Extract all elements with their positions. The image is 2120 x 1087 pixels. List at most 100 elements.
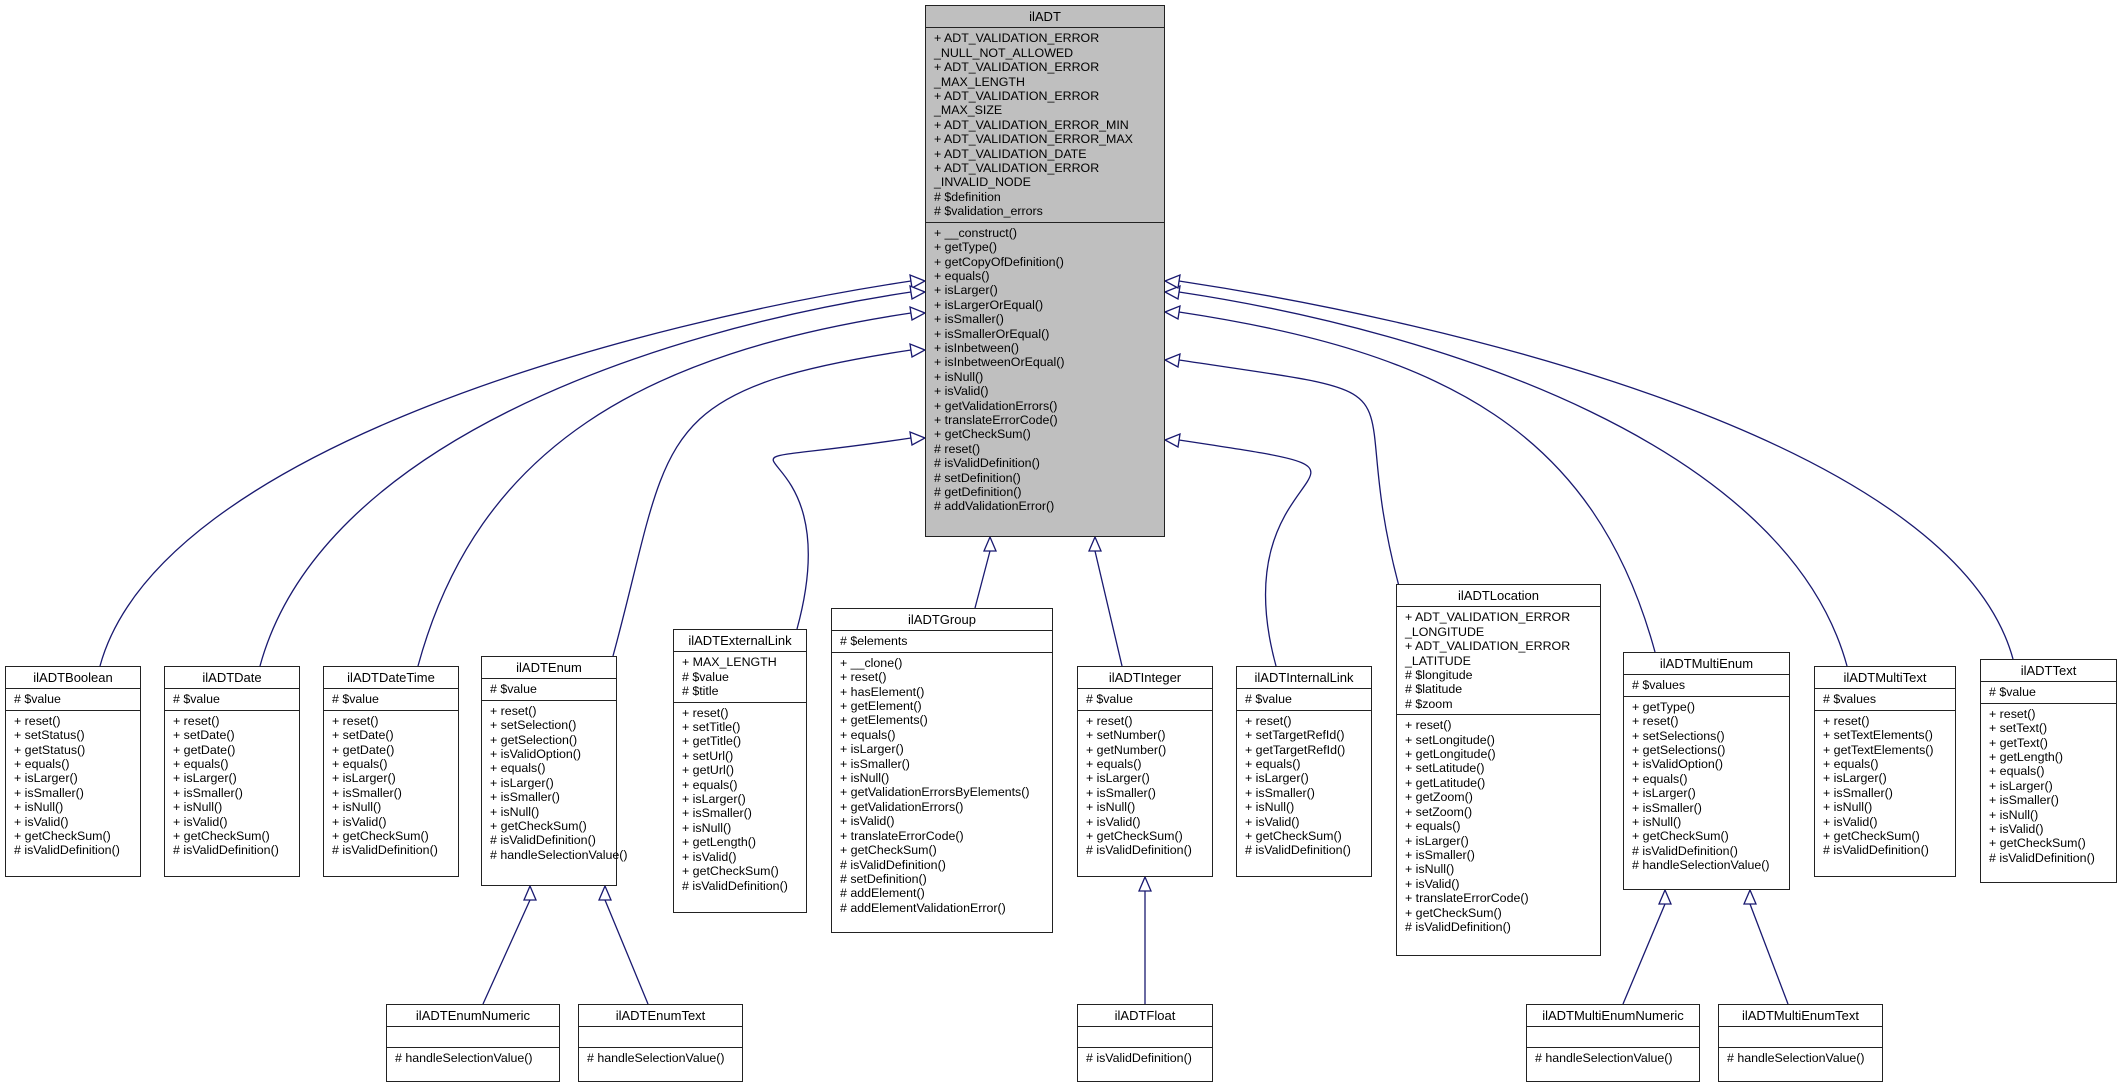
method: + getElement() [840,699,922,714]
attribute: # $latitude [1405,682,1463,697]
method: + getCheckSum() [840,843,937,858]
class-ilADTInternalLink[interactable]: ilADTInternalLink # $value + reset() + setT… [1236,666,1372,877]
attributes-section [1527,1027,1699,1049]
method: + setText() [1989,721,2048,736]
class-name: ilADT [926,6,1164,29]
edge-ilADTInteger-to-ilADT [1094,550,1123,667]
inheritance-arrowhead-icon [909,430,927,447]
class-ilADT[interactable]: ilADT + ADT_VALIDATION_ERROR _NULL_NOT_ALL… [925,5,1165,537]
attribute: _NULL_NOT_ALLOWED [934,45,1074,60]
class-ilADTEnumNumeric[interactable]: ilADTEnumNumeric # handleSelectionValue() [386,1004,560,1082]
method: + isLarger() [1086,771,1150,786]
method: + isInbetweenOrEqual() [934,355,1065,370]
method: + isValid() [1823,814,1878,829]
method: + setLongitude() [1405,732,1495,747]
method: + isLarger() [1823,771,1887,786]
inheritance-arrowhead-icon [523,884,537,901]
methods-section: + reset() + setNumber() + getNumber() + equ… [1078,711,1212,876]
class-ilADTMultiEnum[interactable]: ilADTMultiEnum # $values + getType() + rese… [1623,652,1790,890]
method: + isSmaller() [934,312,1004,327]
edge-ilADTDate-to-ilADT [259,291,912,667]
method: # isValidDefinition() [1245,843,1351,858]
methods-section: + getType() + reset() + setSelections() + g… [1624,697,1789,889]
class-ilADTFloat[interactable]: ilADTFloat # isValidDefinition() [1077,1004,1213,1082]
class-ilADTMultiEnumNumeric[interactable]: ilADTMultiEnumNumeric # handleSelectionVa… [1526,1004,1700,1082]
method: + getSelection() [490,732,578,747]
method: + equals() [1086,757,1142,772]
method: + getLongitude() [1405,747,1496,762]
class-ilADTDateTime[interactable]: ilADTDateTime # $value + reset() + setDate(… [323,666,459,877]
method: + isValid() [1989,822,2044,837]
methods-section: + reset() + setTextElements() + getTextEle… [1815,711,1955,876]
method: + isLarger() [1405,833,1469,848]
method: + setSelections() [1632,728,1725,743]
method: + getSelections() [1632,743,1726,758]
inheritance-arrowhead-icon [909,284,927,301]
inheritance-arrowhead-icon [598,884,612,901]
method: + isSmaller() [1245,785,1315,800]
attributes-section: # $elements [832,631,1052,653]
edge-ilADTMultiEnumText-to-ilADTMultiEnum [1749,903,1789,1005]
method: + isSmaller() [173,785,243,800]
attribute: + ADT_VALIDATION_ERROR [1405,639,1571,654]
attribute: # $definition [934,189,1001,204]
method: + isValid() [332,814,387,829]
method: + translateErrorCode() [1405,891,1529,906]
class-ilADTMultiEnumText[interactable]: ilADTMultiEnumText # handleSelectionValue… [1718,1004,1883,1082]
method: + reset() [1632,714,1679,729]
method: # addElement() [840,886,925,901]
method: + isLarger() [1989,778,2053,793]
class-ilADTMultiText[interactable]: ilADTMultiText # $values + reset() + setTex… [1814,666,1956,877]
edge-ilADTGroup-to-ilADT [974,550,991,609]
class-ilADTLocation[interactable]: ilADTLocation + ADT_VALIDATION_ERROR _LONG… [1396,584,1601,956]
method: + isNull() [173,800,223,815]
method: + equals() [682,777,738,792]
method: + setZoom() [1405,804,1473,819]
method: + isValid() [1245,814,1300,829]
method: # isValidDefinition() [1086,1051,1192,1066]
attributes-section: # $value [482,679,616,701]
method: + getText() [1989,735,2048,750]
methods-section: + reset() + setSelection() + getSelection(… [482,701,628,885]
method: + getCheckSum() [1823,829,1920,844]
method: + equals() [173,757,229,772]
method: + isNull() [1823,800,1873,815]
methods-section: + reset() + setText() + getText() + getLeng… [1981,704,2116,882]
method: + getType() [934,240,998,255]
class-ilADTGroup[interactable]: ilADTGroup # $elements + __clone() + reset(… [831,608,1053,933]
class-ilADTEnumText[interactable]: ilADTEnumText # handleSelectionValue() [578,1004,743,1082]
method: + isLarger() [490,775,554,790]
methods-section: + __clone() + reset() + hasElement() + getE… [832,653,1052,932]
attributes-section [387,1027,559,1049]
class-ilADTDate[interactable]: ilADTDate # $value + reset() + setDate() + g… [164,666,300,877]
method: + isNull() [840,771,890,786]
method: + getCheckSum() [1405,905,1502,920]
method: + reset() [14,713,61,728]
method: + getDate() [332,742,395,757]
edge-ilADTEnumNumeric-to-ilADTEnum [482,899,531,1005]
method: + reset() [1405,718,1452,733]
method: + equals() [1823,757,1879,772]
attribute: _MAX_LENGTH [934,74,1025,89]
class-ilADTText[interactable]: ilADTText # $value + reset() + setText() + g… [1980,659,2117,883]
method: + getType() [1632,699,1696,714]
method: # isValidDefinition() [1632,843,1738,858]
class-ilADTExternalLink[interactable]: ilADTExternalLink + MAX_LENGTH # $value # $… [673,629,807,913]
inheritance-arrowhead-icon [1088,535,1102,552]
class-ilADTEnum[interactable]: ilADTEnum # $value + reset() + setSelection… [481,656,628,886]
class-ilADTBoolean[interactable]: ilADTBoolean # $value + reset() + setStatus… [5,666,141,877]
attribute: # $values [1632,678,1686,693]
class-name: ilADTBoolean [6,667,140,690]
attributes-section: + ADT_VALIDATION_ERROR _LONGITUDE + ADT_VA… [1397,607,1600,716]
attribute: _LONGITUDE [1405,624,1485,639]
method: + isValid() [840,814,895,829]
class-ilADTInteger[interactable]: ilADTInteger # $value + reset() + setNumber… [1077,666,1213,877]
attributes-section: # $value [324,689,458,711]
method: + reset() [332,713,379,728]
method: + isLarger() [934,283,998,298]
inheritance-arrowhead-icon [909,273,927,290]
attribute: + ADT_VALIDATION_ERROR_MAX [934,132,1133,147]
attribute: + ADT_VALIDATION_ERROR [934,31,1100,46]
attribute: _LATITUDE [1405,653,1471,668]
method: # setDefinition() [934,470,1021,485]
